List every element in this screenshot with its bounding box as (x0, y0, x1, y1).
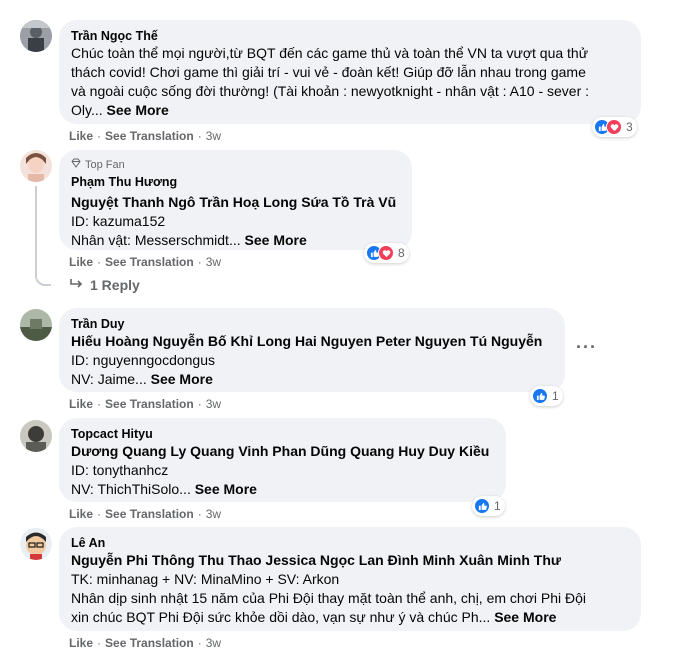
comment-bubble: Lê An Nguyễn Phi Thông Thu Thao Jessica … (59, 527, 641, 631)
avatar-image (20, 420, 52, 452)
like-button[interactable]: Like (69, 507, 93, 521)
avatar[interactable] (20, 420, 52, 452)
thumbs-up-icon (474, 498, 490, 514)
comment-author[interactable]: Trần Duy (71, 316, 553, 332)
comment-text: Dương Quang Ly Quang Vinh Phan Dũng Quan… (71, 443, 490, 497)
comment-text: Nguyệt Thanh Ngô Trần Hoạ Long Sứa Tồ Tr… (71, 194, 397, 248)
reaction-count: 1 (494, 499, 501, 513)
reply-arrow-icon (70, 277, 84, 293)
avatar[interactable] (20, 150, 52, 182)
see-translation-button[interactable]: See Translation (105, 636, 194, 650)
top-fan-badge: Top Fan (71, 158, 400, 172)
like-button[interactable]: Like (69, 636, 93, 650)
see-more-link[interactable]: See More (107, 102, 169, 118)
like-button[interactable]: Like (69, 397, 93, 411)
like-button[interactable]: Like (69, 255, 93, 269)
comment-actions: Like · See Translation · 3w (69, 255, 222, 269)
reaction-summary[interactable]: 3 (592, 117, 637, 137)
reaction-count: 1 (552, 389, 559, 403)
comment-bubble: Trần Ngọc Thế Chúc toàn thể mọi người,từ… (59, 20, 641, 124)
see-more-link[interactable]: See More (245, 232, 307, 248)
heart-icon (606, 119, 622, 135)
avatar[interactable] (20, 528, 52, 560)
comment-author[interactable]: Topcact Hityu (71, 426, 494, 442)
comment-bubble: Top Fan Phạm Thu Hương Nguyệt Thanh Ngô … (59, 150, 412, 250)
comment-author[interactable]: Phạm Thu Hương (71, 174, 400, 190)
see-more-link[interactable]: See More (151, 371, 213, 387)
comment-bubble: Topcact Hityu Dương Quang Ly Quang Vinh … (59, 418, 506, 502)
comment-bubble: Trần Duy Hiếu Hoàng Nguyễn Bố Khỉ Long H… (59, 308, 565, 392)
comment-actions: Like · See Translation · 3w (69, 507, 222, 521)
diamond-icon (71, 158, 81, 172)
timestamp[interactable]: 3w (206, 636, 221, 650)
timestamp[interactable]: 3w (206, 507, 221, 521)
like-button[interactable]: Like (69, 129, 93, 143)
comment-author[interactable]: Lê An (71, 535, 629, 551)
reaction-count: 3 (626, 120, 633, 134)
avatar-image (20, 309, 52, 341)
avatar-image (20, 528, 52, 560)
thumbs-up-icon (532, 388, 548, 404)
reaction-summary[interactable]: 8 (364, 243, 409, 263)
see-translation-button[interactable]: See Translation (105, 397, 194, 411)
avatar[interactable] (20, 20, 52, 52)
see-translation-button[interactable]: See Translation (105, 507, 194, 521)
reply-thread-curve (35, 264, 51, 286)
timestamp[interactable]: 3w (206, 397, 221, 411)
timestamp[interactable]: 3w (206, 129, 221, 143)
avatar-image (20, 150, 52, 182)
see-translation-button[interactable]: See Translation (105, 129, 194, 143)
comment-text: Hiếu Hoàng Nguyễn Bố Khỉ Long Hai Nguyen… (71, 333, 543, 387)
avatar[interactable] (20, 309, 52, 341)
comment-actions: Like · See Translation · 3w (69, 129, 222, 143)
comment-author[interactable]: Trần Ngọc Thế (71, 28, 629, 44)
reaction-count: 8 (398, 246, 405, 260)
heart-icon (378, 245, 394, 261)
view-replies-button[interactable]: 1 Reply (70, 277, 140, 293)
reaction-summary[interactable]: 1 (472, 496, 505, 516)
avatar-image (20, 20, 52, 52)
timestamp[interactable]: 3w (206, 255, 221, 269)
comment-text: Chúc toàn thể mọi người,từ BQT đến các g… (71, 45, 590, 118)
comment-actions: Like · See Translation · 3w (69, 636, 222, 650)
comment-actions: Like · See Translation · 3w (69, 397, 222, 411)
reaction-summary[interactable]: 1 (530, 386, 563, 406)
comment-text: Nguyễn Phi Thông Thu Thao Jessica Ngọc L… (71, 552, 587, 625)
see-more-link[interactable]: See More (195, 481, 257, 497)
see-translation-button[interactable]: See Translation (105, 255, 194, 269)
see-more-link[interactable]: See More (494, 609, 556, 625)
more-options-button[interactable]: ··· (576, 337, 597, 358)
